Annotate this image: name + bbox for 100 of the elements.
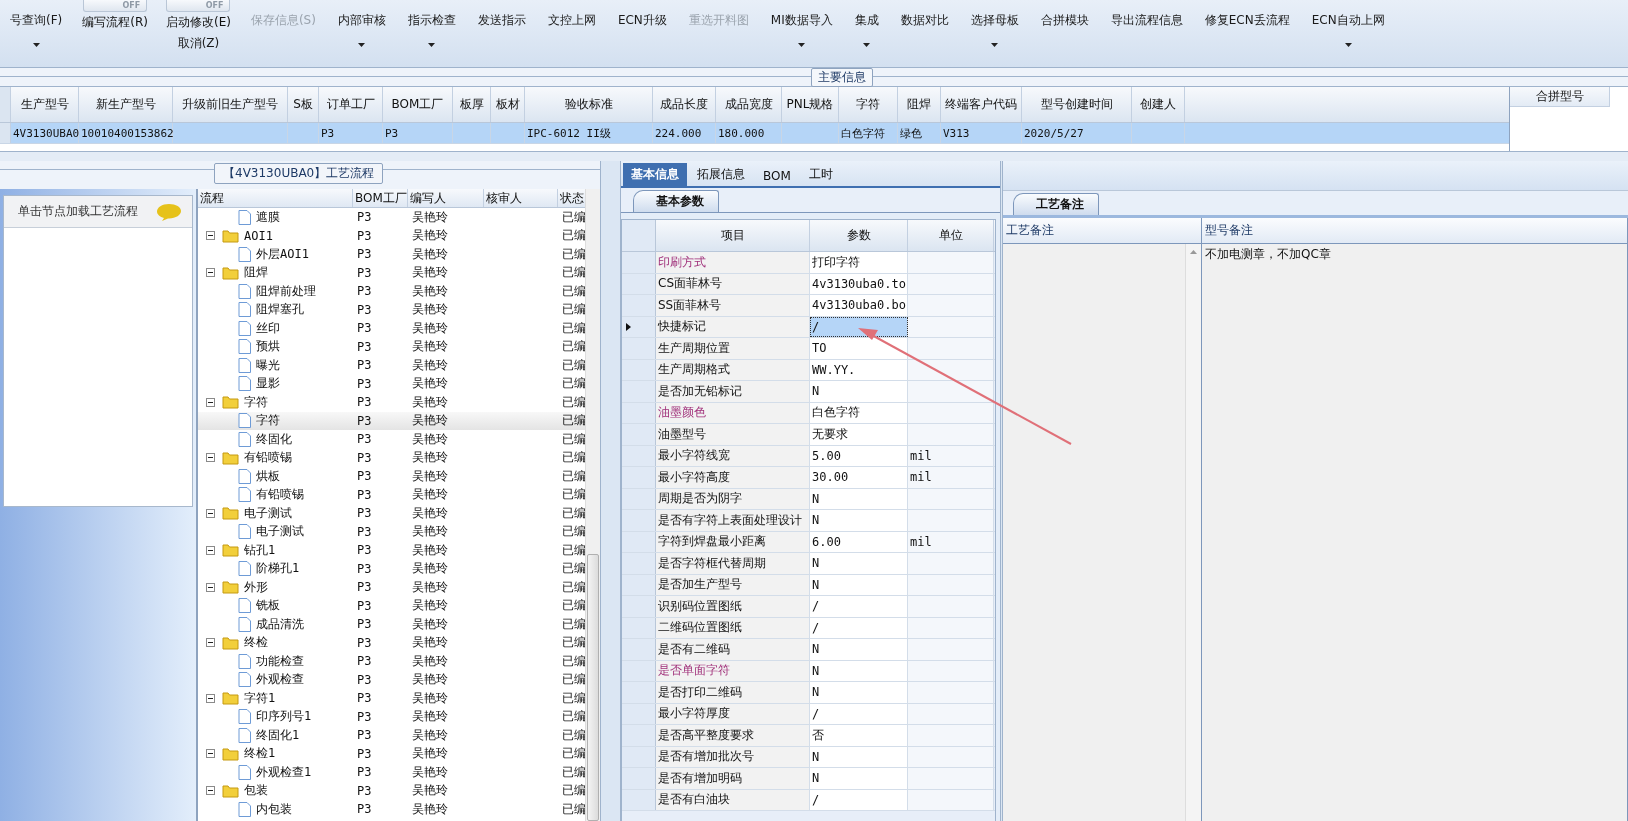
param-row[interactable]: 是否有字符上表面处理设计 N <box>622 510 995 532</box>
table-cell-text: 已编 <box>561 356 585 374</box>
column-header[interactable]: 合拼型号 <box>1510 87 1610 107</box>
param-row[interactable]: 油墨型号 无要求 <box>622 424 995 446</box>
column-header[interactable]: BOM工厂 <box>353 189 408 207</box>
table-cell: 是否加生产型号 <box>658 576 742 594</box>
tab[interactable]: 工时 <box>800 163 841 186</box>
scrollbar[interactable] <box>585 189 600 821</box>
tab[interactable]: 基本信息 <box>623 163 687 186</box>
collapse-toggle[interactable] <box>206 582 215 592</box>
param-row[interactable]: 最小字符厚度 / <box>622 703 995 725</box>
column-header[interactable]: 终端客户代码 <box>941 87 1022 122</box>
collapse-toggle[interactable] <box>206 453 215 463</box>
param-row[interactable]: 是否有增加批次号 N <box>622 746 995 768</box>
param-row[interactable]: 识别码位置图纸 / <box>622 596 995 618</box>
column-header[interactable]: BOM工厂 <box>383 87 453 122</box>
column-header[interactable]: 型号备注 <box>1202 218 1628 243</box>
column-header[interactable]: 成品宽度 <box>716 87 782 122</box>
param-row[interactable]: 生产周期位置 TO <box>622 338 995 360</box>
tab[interactable]: BOM <box>755 166 799 186</box>
column-header[interactable]: 生产型号 <box>11 87 79 122</box>
param-row[interactable]: 是否加生产型号 N <box>622 574 995 596</box>
toolbar-button[interactable]: 指示检查 <box>405 4 458 49</box>
collapse-toggle[interactable] <box>206 231 215 241</box>
tab[interactable]: 基本参数 <box>633 190 719 212</box>
table-cell: 是否有增加批次号 <box>658 748 754 766</box>
column-header[interactable]: S板 <box>288 87 319 122</box>
column-header[interactable]: PNL规格 <box>782 87 839 122</box>
column-header[interactable]: 创建人 <box>1132 87 1185 122</box>
column-header[interactable]: 成品长度 <box>653 87 716 122</box>
collapse-toggle[interactable] <box>206 749 215 759</box>
toolbar-button[interactable]: ECN升级 <box>615 4 669 31</box>
column-header[interactable]: 核审人 <box>484 189 558 207</box>
table-cell: CS面菲林号 <box>658 275 722 293</box>
column-header[interactable]: 编写人 <box>408 189 484 207</box>
param-row[interactable]: 最小字符线宽 5.00 mil <box>622 445 995 467</box>
table-cell-text: 已编 <box>561 430 585 448</box>
toolbar-button[interactable]: MI数据导入 <box>768 4 835 49</box>
column-header[interactable]: 新生产型号 <box>79 87 173 122</box>
toolbar-button[interactable]: 集成 <box>852 4 881 49</box>
column-header[interactable]: 参数 <box>810 220 908 251</box>
param-row[interactable]: 是否单面字符 N <box>622 660 995 682</box>
collapse-toggle[interactable] <box>206 545 215 555</box>
column-header[interactable]: 单位 <box>908 220 994 251</box>
tab[interactable]: 拓展信息 <box>689 163 753 186</box>
param-row[interactable]: 是否打印二维码 N <box>622 682 995 704</box>
toolbar-button[interactable]: 合拼模块 <box>1038 4 1091 31</box>
collapse-toggle[interactable] <box>206 786 215 796</box>
toolbar-button[interactable]: 取消(Z) <box>175 33 222 54</box>
param-row[interactable]: 是否高平整度要求 否 <box>622 725 995 747</box>
table-row[interactable]: 4V3130UBA0 10010400153862 P3 P3 IPC-6012 II级 224.000 180.000 白色字符 绿色 V313 2020/5/27 <box>0 123 1509 144</box>
param-row[interactable]: 是否加无铅标记 N <box>622 381 995 403</box>
collapse-toggle[interactable] <box>206 638 215 648</box>
toolbar-button[interactable]: ECN自动上网 <box>1309 4 1387 49</box>
param-row[interactable]: CS面菲林号 4v3130uba0.to <box>622 273 995 295</box>
column-header[interactable]: 板厚 <box>453 87 491 122</box>
column-header[interactable]: 型号创建时间 <box>1022 87 1132 122</box>
toolbar-button[interactable]: 数据对比 <box>898 4 951 31</box>
param-row[interactable]: 印刷方式 打印字符 <box>622 252 995 274</box>
toolbar-button[interactable]: 号查询(F) <box>8 4 65 49</box>
param-row[interactable]: 是否字符框代替周期 N <box>622 553 995 575</box>
param-row[interactable]: 是否有增加明码 N <box>622 768 995 790</box>
column-header[interactable]: 字符 <box>839 87 898 122</box>
collapse-toggle[interactable] <box>206 693 215 703</box>
tab[interactable]: 工艺备注 <box>1013 193 1099 215</box>
param-row[interactable]: 油墨颜色 白色字符 <box>622 402 995 424</box>
toolbar-button[interactable]: 内部审核 <box>335 4 388 49</box>
param-row[interactable]: 是否有二维码 N <box>622 639 995 661</box>
toolbar-button[interactable]: 发送指示 <box>475 4 528 31</box>
table-cell: N <box>812 642 820 657</box>
column-header[interactable]: 项目 <box>656 220 810 251</box>
scrollbar[interactable] <box>1185 244 1201 821</box>
toolbar-button[interactable]: 选择母板 <box>968 4 1021 49</box>
table-cell: N <box>812 749 820 764</box>
column-header[interactable]: 板材 <box>491 87 525 122</box>
column-header[interactable]: 升级前旧生产型号 <box>173 87 288 122</box>
column-header[interactable]: 验收标准 <box>525 87 653 122</box>
param-row[interactable]: 最小字符高度 30.00 mil <box>622 467 995 489</box>
table-cell-text: P3 <box>356 228 373 243</box>
param-row[interactable]: 是否有白油块 / <box>622 789 995 811</box>
param-row[interactable]: SS面菲林号 4v3130uba0.bo <box>622 295 995 317</box>
toolbar-button[interactable]: 文控上网 <box>545 4 598 31</box>
column-header[interactable]: 流程 <box>198 189 353 207</box>
column-header[interactable]: 订单工厂 <box>319 87 383 122</box>
collapse-toggle[interactable] <box>206 508 215 518</box>
toolbar-button[interactable]: 导出流程信息 <box>1108 4 1185 31</box>
param-row[interactable]: 快捷标记 / <box>622 316 995 338</box>
table-cell: 是否有增加明码 <box>658 769 742 787</box>
column-header[interactable]: 阻焊 <box>898 87 941 122</box>
param-row[interactable]: 周期是否为阴字 N <box>622 488 995 510</box>
param-row[interactable]: 二维码位置图纸 / <box>622 617 995 639</box>
table-cell: 224.000 <box>655 126 702 140</box>
param-row[interactable]: 字符到焊盘最小距离 6.00 mil <box>622 531 995 553</box>
collapse-toggle[interactable] <box>206 268 215 278</box>
param-row[interactable]: 生产周期格式 WW.YY. <box>622 359 995 381</box>
scroll-thumb[interactable] <box>587 554 599 821</box>
toolbar-button[interactable]: 修复ECN丢流程 <box>1202 4 1292 31</box>
table-cell: P3 <box>321 126 335 140</box>
column-header[interactable]: 工艺备注 <box>1003 218 1202 243</box>
collapse-toggle[interactable] <box>206 397 215 407</box>
